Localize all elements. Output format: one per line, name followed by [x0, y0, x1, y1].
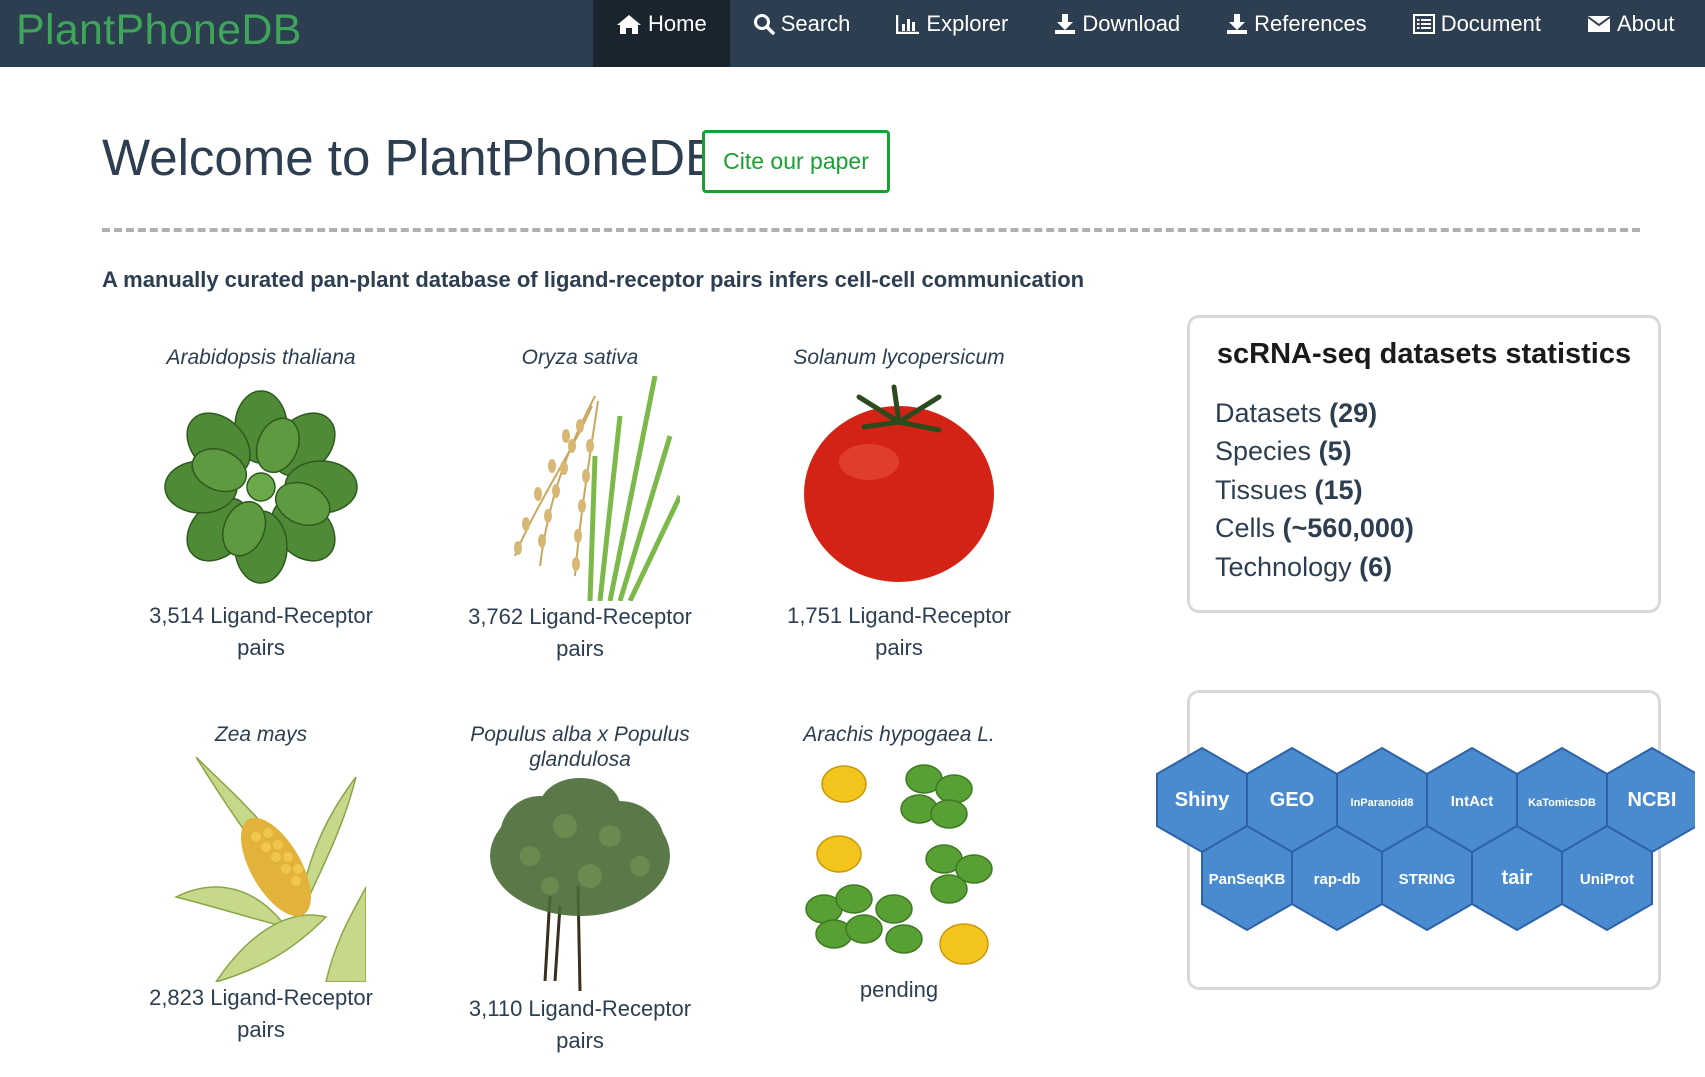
nav-home-label: Home	[648, 10, 707, 36]
nav-download[interactable]: Download	[1031, 0, 1203, 67]
search-icon	[753, 13, 775, 35]
species-name: Zea mays	[214, 723, 308, 746]
species-card-arabidopsis[interactable]: Arabidopsis thaliana 3,514 Ligand-Recept…	[111, 345, 411, 664]
species-count: 3,514 Ligand-Receptor	[149, 603, 373, 628]
stats-title: scRNA-seq datasets statistics	[1216, 338, 1632, 370]
cite-paper-button[interactable]: Cite our paper	[702, 130, 890, 193]
home-icon	[617, 14, 641, 34]
species-count: 2,823 Ligand-Receptor	[149, 985, 373, 1010]
species-count: 3,762 Ligand-Receptor	[468, 604, 692, 629]
nav-explorer[interactable]: Explorer	[873, 0, 1031, 67]
stat-cells: Cells (~560,000)	[1215, 513, 1414, 543]
rice-image	[514, 376, 680, 601]
bar-chart-icon	[896, 14, 920, 34]
resource-hex-label: UniProt	[1580, 871, 1634, 888]
resource-hex-label: tair	[1501, 867, 1532, 889]
species-name: Arachis hypogaea L.	[803, 723, 995, 746]
species-name: Populus alba x Populus	[470, 723, 690, 746]
nav-about[interactable]: About	[1564, 0, 1698, 67]
nav-search-label: Search	[780, 10, 851, 36]
tree-image	[490, 778, 670, 991]
stat-technology: Technology (6)	[1215, 552, 1393, 582]
nav-document[interactable]: Document	[1390, 0, 1564, 67]
species-count-unit: pairs	[556, 1028, 604, 1053]
resource-hex-label: STRING	[1399, 871, 1456, 888]
nav-document-label: Document	[1440, 10, 1541, 36]
species-card-solanum[interactable]: Solanum lycopersicum 1,751 Ligand-Recept…	[749, 345, 1049, 664]
species-count-unit: pairs	[556, 636, 604, 661]
nav-search[interactable]: Search	[730, 0, 874, 67]
nav-references-label: References	[1254, 10, 1367, 36]
species-card-oryza[interactable]: Oryza sativa 3,762 Ligand-Receptor pairs	[430, 345, 730, 665]
tomato-image	[804, 384, 994, 582]
resource-hex-label: GEO	[1270, 789, 1314, 811]
species-name: Oryza sativa	[521, 346, 639, 369]
tagline: A manually curated pan-plant database of…	[102, 267, 1085, 292]
resource-hex-label: IntAct	[1451, 793, 1494, 810]
divider	[102, 228, 1640, 232]
navbar: PlantPhoneDB Home Search Explorer Downlo…	[0, 0, 1705, 67]
stat-species: Species (5)	[1215, 436, 1352, 466]
species-count-unit: pairs	[237, 635, 285, 660]
nav-about-label: About	[1616, 10, 1675, 36]
stat-tissues: Tissues (15)	[1215, 475, 1363, 505]
resource-hex-label: KaTomicsDB	[1528, 797, 1596, 809]
species-name: Arabidopsis thaliana	[166, 346, 356, 369]
nav-menu: Home Search Explorer Download References…	[593, 0, 1697, 67]
species-count-unit: pairs	[237, 1017, 285, 1042]
nav-explorer-label: Explorer	[926, 10, 1009, 36]
species-card-zea[interactable]: Zea mays 2,823 Ligand-Receptor pairs	[111, 722, 411, 1046]
species-card-arachis[interactable]: Arachis hypogaea L. pending	[749, 722, 1049, 1006]
list-alt-icon	[1412, 13, 1435, 34]
envelope-icon	[1587, 15, 1611, 32]
species-count-unit: pairs	[875, 635, 923, 660]
corn-image	[173, 757, 366, 982]
nav-references[interactable]: References	[1203, 0, 1390, 67]
arabidopsis-image	[164, 390, 358, 584]
nav-download-label: Download	[1082, 10, 1181, 36]
download-icon	[1055, 13, 1076, 34]
brand-logo[interactable]: PlantPhoneDB	[16, 2, 302, 58]
resources-hex-grid: Shiny GEO InParanoid8 IntAct KaTomicsDB NCBI P…	[1156, 746, 1695, 932]
species-count: 3,110 Ligand-Receptor	[468, 996, 692, 1021]
stat-datasets: Datasets (29)	[1215, 398, 1378, 428]
resource-hex-label: rap-db	[1314, 871, 1361, 888]
resource-hex-label: PanSeqKB	[1209, 871, 1286, 888]
species-name-line2: glandulosa	[529, 748, 631, 771]
species-name: Solanum lycopersicum	[793, 346, 1005, 369]
species-card-populus[interactable]: Populus alba x Populus glandulosa 3,110 …	[430, 722, 730, 1057]
resource-hex-label: NCBI	[1628, 789, 1677, 811]
peanut-plant-image	[805, 764, 993, 965]
download-icon	[1227, 13, 1248, 34]
stats-panel: scRNA-seq datasets statistics Datasets (…	[1187, 315, 1661, 613]
resource-hex-label: InParanoid8	[1351, 797, 1414, 809]
resource-hex-label: Shiny	[1175, 789, 1230, 811]
species-count: pending	[859, 977, 939, 1002]
page-title: Welcome to PlantPhoneDB!	[102, 129, 734, 186]
species-count: 1,751 Ligand-Receptor	[787, 603, 1011, 628]
nav-home[interactable]: Home	[593, 0, 730, 67]
